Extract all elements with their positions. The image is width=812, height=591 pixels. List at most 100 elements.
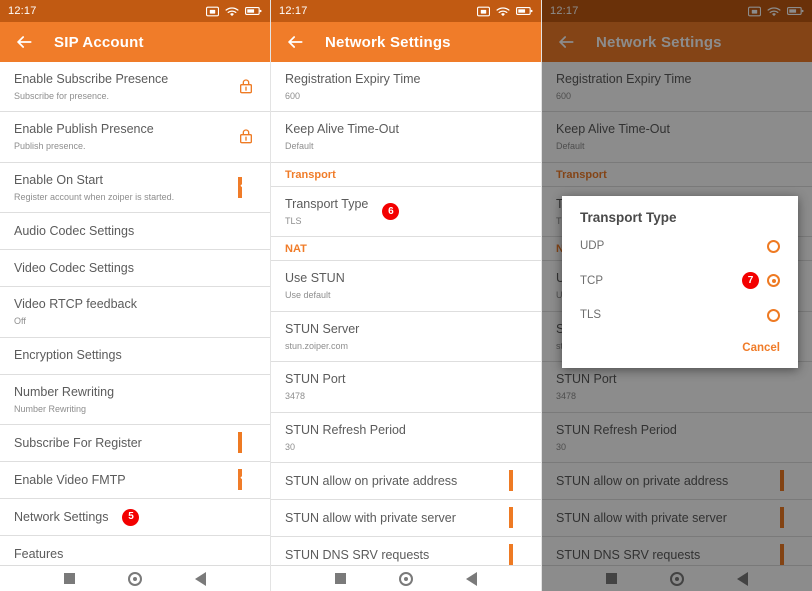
page-title: Network Settings xyxy=(325,33,451,51)
list-item-stun-allow-with-private-server[interactable]: STUN allow with private server xyxy=(542,500,812,538)
list-item-use-stun[interactable]: Use STUN Use default xyxy=(271,261,541,312)
list-item-texts: Subscribe For Register xyxy=(14,435,142,452)
list-item-subscribe-for-register[interactable]: Subscribe For Register xyxy=(0,425,270,463)
dialog-option-label: TCP xyxy=(580,274,603,287)
list-item-keep-alive-time-out[interactable]: Keep Alive Time-Out Default xyxy=(271,112,541,163)
panel-network-settings-dialog: 12:17 Network Settings Registration Expiry… xyxy=(542,0,812,591)
list-item-title: Transport Type xyxy=(285,196,369,211)
checkbox-unchecked[interactable] xyxy=(509,470,527,492)
list-item-texts: STUN allow with private server xyxy=(556,510,727,527)
list-item-encryption-settings[interactable]: Encryption Settings xyxy=(0,338,270,375)
list-item-video-codec-settings[interactable]: Video Codec Settings xyxy=(0,250,270,288)
list-item-stun-server[interactable]: STUN Server stun.zoiper.com xyxy=(271,312,541,363)
home-circle-icon[interactable] xyxy=(669,571,684,586)
list-item-stun-allow-on-private-address[interactable]: STUN allow on private address xyxy=(542,463,812,501)
list-item-title: Features xyxy=(14,546,64,561)
app-bar: SIP Account xyxy=(0,22,270,62)
list-item-title: Encryption Settings xyxy=(14,348,122,363)
list-item-registration-expiry-time[interactable]: Registration Expiry Time 600 xyxy=(542,62,812,113)
back-triangle-icon[interactable] xyxy=(194,571,206,586)
radio-udp[interactable] xyxy=(767,239,780,253)
list-item-number-rewriting[interactable]: Number Rewriting Number Rewriting xyxy=(0,375,270,426)
status-time: 12:17 xyxy=(550,5,579,17)
list-item-enable-publish-presence[interactable]: Enable Publish Presence Publish presence. xyxy=(0,112,270,163)
list-item-subtitle: Off xyxy=(14,316,26,327)
list-item-subtitle: Register account when zoiper is started. xyxy=(14,191,175,202)
app-bar: Network Settings xyxy=(271,22,541,62)
list-item-subtitle: stun.zoiper.com xyxy=(285,340,349,351)
list-item-enable-subscribe-presence[interactable]: Enable Subscribe Presence Subscribe for p… xyxy=(0,62,270,113)
list-item-title: Video Codec Settings xyxy=(14,260,134,275)
step-badge: 6 xyxy=(382,203,400,221)
status-time: 12:17 xyxy=(8,5,37,17)
dialog-option-label: UDP xyxy=(580,240,605,252)
list-item-network-settings[interactable]: Network Settings 5 xyxy=(0,499,270,537)
recents-square-icon[interactable] xyxy=(64,573,76,584)
list-item-subtitle: Number Rewriting xyxy=(14,403,87,414)
status-bar: 12:17 xyxy=(542,0,812,22)
list-item-texts: Video RTCP feedback Off xyxy=(14,296,137,327)
cancel-button[interactable]: Cancel xyxy=(742,342,780,354)
list-item-subtitle: 600 xyxy=(285,90,301,101)
list-item-stun-allow-with-private-server[interactable]: STUN allow with private server xyxy=(271,500,541,538)
list-item-stun-allow-on-private-address[interactable]: STUN allow on private address xyxy=(271,463,541,501)
list-item-title: Keep Alive Time-Out xyxy=(556,122,670,137)
checkbox-unchecked[interactable] xyxy=(238,432,256,454)
list-item-enable-on-start[interactable]: Enable On Start Register account when zoi… xyxy=(0,163,270,214)
list-item-texts: STUN allow with private server xyxy=(285,510,456,527)
list-item-texts: Audio Codec Settings xyxy=(14,223,134,240)
checkbox-unchecked[interactable] xyxy=(780,470,798,492)
list-item-title: STUN allow on private address xyxy=(556,473,729,488)
recents-square-icon[interactable] xyxy=(606,573,618,584)
list-item-keep-alive-time-out[interactable]: Keep Alive Time-Out Default xyxy=(542,112,812,163)
checkbox-checked[interactable] xyxy=(238,469,256,491)
list-item-texts: STUN allow on private address xyxy=(285,473,457,490)
list-item-video-rtcp-feedback[interactable]: Video RTCP feedback Off xyxy=(0,287,270,338)
list-item-title: Enable Subscribe Presence xyxy=(14,72,169,86)
home-circle-icon[interactable] xyxy=(398,571,413,586)
list-item-subtitle: 3478 xyxy=(556,391,577,402)
list-item-texts: Keep Alive Time-Out Default xyxy=(556,121,670,152)
checkbox-unchecked[interactable] xyxy=(780,507,798,529)
lock-icon xyxy=(238,128,256,146)
list-item-texts: Registration Expiry Time 600 xyxy=(556,71,691,102)
list-item-stun-port[interactable]: STUN Port 3478 xyxy=(271,362,541,413)
back-arrow-icon[interactable] xyxy=(14,32,34,52)
radio-tcp[interactable] xyxy=(767,274,780,287)
list-item-texts: Enable Subscribe Presence Subscribe for p… xyxy=(14,71,168,102)
checkbox-checked[interactable] xyxy=(238,176,256,198)
back-arrow-icon[interactable] xyxy=(285,32,305,52)
list-item-subtitle: 3478 xyxy=(285,391,306,402)
radio-tls[interactable] xyxy=(767,308,780,322)
list-item-stun-port[interactable]: STUN Port 3478 xyxy=(542,362,812,413)
settings-list: Enable Subscribe Presence Subscribe for p… xyxy=(0,62,270,574)
list-item-stun-refresh-period[interactable]: STUN Refresh Period 30 xyxy=(542,413,812,464)
list-item-texts: Video Codec Settings xyxy=(14,260,134,277)
list-item-title: STUN DNS SRV requests xyxy=(285,547,430,562)
dialog-option-tls[interactable]: TLS xyxy=(562,298,798,332)
section-header-transport: Transport xyxy=(542,162,812,187)
back-triangle-icon[interactable] xyxy=(465,571,477,586)
list-item-audio-codec-settings[interactable]: Audio Codec Settings xyxy=(0,213,270,251)
list-item-registration-expiry-time[interactable]: Registration Expiry Time 600 xyxy=(271,62,541,113)
recents-square-icon[interactable] xyxy=(335,573,347,584)
list-item-subtitle: Default xyxy=(285,141,314,152)
list-item-texts: STUN Refresh Period 30 xyxy=(285,422,406,453)
list-item-enable-video-fmtp[interactable]: Enable Video FMTP xyxy=(0,462,270,500)
list-item-texts: STUN allow on private address xyxy=(556,473,728,490)
dialog-option-tcp[interactable]: TCP 7 xyxy=(562,263,798,298)
back-triangle-icon[interactable] xyxy=(736,571,748,586)
list-item-title: STUN Port xyxy=(285,372,346,387)
checkbox-unchecked[interactable] xyxy=(509,544,527,566)
list-item-subtitle: Subscribe for presence. xyxy=(14,90,110,101)
checkbox-unchecked[interactable] xyxy=(780,544,798,566)
list-item-texts: STUN DNS SRV requests xyxy=(556,547,700,564)
list-item-stun-refresh-period[interactable]: STUN Refresh Period 30 xyxy=(271,413,541,464)
checkbox-unchecked[interactable] xyxy=(509,507,527,529)
dialog-option-udp[interactable]: UDP xyxy=(562,229,798,263)
battery-icon xyxy=(516,6,533,16)
list-item-texts: Transport Type TLS xyxy=(285,196,368,227)
back-arrow-icon[interactable] xyxy=(556,32,576,52)
list-item-transport-type[interactable]: Transport Type TLS 6 xyxy=(271,187,541,238)
home-circle-icon[interactable] xyxy=(127,571,142,586)
